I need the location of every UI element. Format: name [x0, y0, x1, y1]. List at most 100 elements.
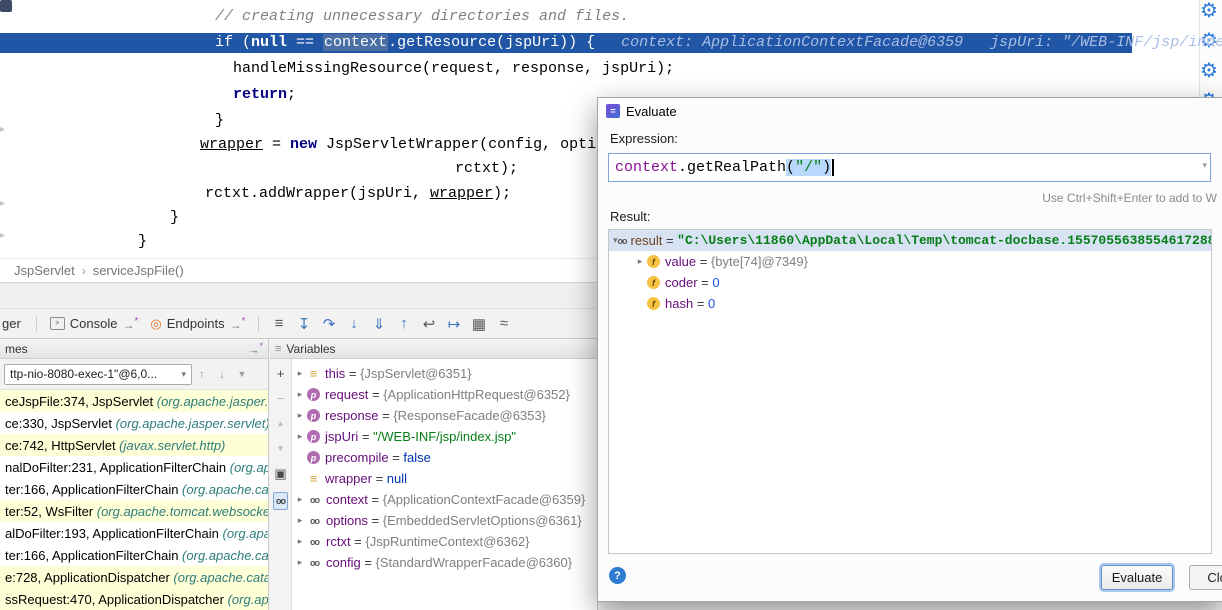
stream-debug-icon[interactable]: ≈: [491, 315, 516, 332]
tab-console[interactable]: > Console →*: [44, 316, 145, 332]
variable-row[interactable]: ▸presponse = {ResponseFacade@6353}: [293, 405, 597, 426]
dialog-titlebar[interactable]: = Evaluate: [598, 98, 1222, 124]
hide-panel-icon[interactable]: →*: [248, 341, 263, 357]
result-row[interactable]: ▸fvalue = {byte[74]@7349}: [609, 251, 1211, 272]
frame-location: ssRequest:470, ApplicationDispatcher: [5, 592, 224, 607]
run-to-cursor-icon[interactable]: ↦: [441, 315, 466, 333]
variable-name: request: [325, 387, 368, 402]
variable-value: {EmbeddedServletOptions@6361}: [383, 513, 582, 528]
evaluate-button[interactable]: Evaluate: [1101, 565, 1173, 590]
frame-location: ter:52, WsFilter: [5, 504, 93, 519]
fold-marker-icon[interactable]: ▸: [0, 230, 5, 241]
variable-row[interactable]: pprecompile = false: [293, 447, 597, 468]
frame-location: ceJspFile:374, JspServlet: [5, 394, 153, 409]
force-step-into-icon[interactable]: ⇓: [366, 315, 391, 333]
result-row[interactable]: fhash = 0: [609, 293, 1211, 314]
variable-value: {ApplicationContextFacade@6359}: [383, 492, 586, 507]
tab-debugger-partial[interactable]: ger: [0, 316, 29, 331]
gear-icon[interactable]: ⚙: [1200, 61, 1218, 81]
tab-endpoints[interactable]: ◎ Endpoints →*: [144, 316, 251, 332]
variable-value: null: [387, 471, 407, 486]
expand-chevron-icon[interactable]: ▸: [633, 256, 647, 267]
breadcrumb-method[interactable]: serviceJspFile(): [93, 263, 184, 278]
frame-row[interactable]: ssRequest:470, ApplicationDispatcher (or…: [0, 588, 268, 610]
frame-package: (org.apa: [226, 460, 268, 475]
fold-marker-icon[interactable]: ▸: [0, 124, 5, 135]
expand-chevron-icon[interactable]: ▸: [293, 557, 307, 568]
variable-row[interactable]: ▸pjspUri = "/WEB-INF/jsp/index.jsp": [293, 426, 597, 447]
evaluate-dialog[interactable]: = Evaluate Expression: context.getRealPa…: [597, 97, 1222, 602]
frame-row[interactable]: ter:166, ApplicationFilterChain (org.apa…: [0, 544, 268, 566]
expand-chevron-icon[interactable]: ▸: [293, 368, 307, 379]
shortcut-hint: Use Ctrl+Shift+Enter to add to W: [1042, 191, 1217, 205]
show-execution-point-icon[interactable]: ↧: [291, 315, 316, 333]
filter-funnel-icon[interactable]: ▼: [232, 369, 252, 379]
settings-menu-icon[interactable]: ≡: [266, 315, 291, 332]
variable-value: {ApplicationHttpRequest@6352}: [383, 387, 570, 402]
expand-chevron-icon[interactable]: ▸: [293, 410, 307, 421]
remove-watch-icon[interactable]: −: [277, 392, 285, 406]
move-down-icon[interactable]: ▼: [277, 442, 285, 456]
view-as-table-icon[interactable]: ▦: [466, 315, 491, 333]
breadcrumb-class[interactable]: JspServlet: [14, 263, 75, 278]
drop-frame-icon[interactable]: ↩: [416, 315, 441, 333]
variable-row[interactable]: ▸oorctxt = {JspRuntimeContext@6362}: [293, 531, 597, 552]
frame-row[interactable]: ter:166, ApplicationFilterChain (org.apa…: [0, 478, 268, 500]
parameter-icon: p: [307, 388, 320, 401]
close-button[interactable]: Close: [1189, 565, 1222, 590]
separator: [36, 316, 37, 332]
step-out-icon[interactable]: ↑: [391, 315, 416, 332]
show-watches-icon[interactable]: oo: [273, 492, 288, 510]
variable-name: response: [325, 408, 378, 423]
frame-row[interactable]: nalDoFilter:231, ApplicationFilterChain …: [0, 456, 268, 478]
fold-marker-icon[interactable]: ▸: [0, 198, 5, 209]
variable-row[interactable]: ▸oooptions = {EmbeddedServletOptions@636…: [293, 510, 597, 531]
open-panel-icon[interactable]: ▣: [274, 467, 286, 481]
add-watch-icon[interactable]: +: [277, 367, 285, 381]
variable-row[interactable]: ▸prequest = {ApplicationHttpRequest@6352…: [293, 384, 597, 405]
frame-package: (org.apache.tomcat.websocket: [93, 504, 268, 519]
expand-chevron-icon[interactable]: ▸: [293, 515, 307, 526]
frame-location: alDoFilter:193, ApplicationFilterChain: [5, 526, 219, 541]
next-frame-icon[interactable]: ↓: [212, 367, 232, 381]
chevron-down-icon[interactable]: ▾: [1202, 160, 1207, 171]
variable-row[interactable]: ▸oocontext = {ApplicationContextFacade@6…: [293, 489, 597, 510]
expand-chevron-icon[interactable]: ▸: [293, 536, 307, 547]
previous-frame-icon[interactable]: ↑: [192, 367, 212, 381]
variable-value: {JspRuntimeContext@6362}: [365, 534, 529, 549]
variable-row[interactable]: ▸≡this = {JspServlet@6351}: [293, 363, 597, 384]
watch-glasses-icon: oo: [307, 495, 322, 505]
result-tree[interactable]: ▾ooresult = "C:\Users\11860\AppData\Loca…: [608, 229, 1212, 554]
help-icon[interactable]: ?: [609, 567, 626, 584]
gear-icon[interactable]: ⚙: [1200, 1, 1218, 21]
variable-name: context: [326, 492, 368, 507]
variable-row[interactable]: ≡wrapper = null: [293, 468, 597, 489]
frame-row[interactable]: alDoFilter:193, ApplicationFilterChain (…: [0, 522, 268, 544]
step-over-icon[interactable]: ↷: [316, 315, 341, 333]
expand-chevron-icon[interactable]: ▸: [293, 494, 307, 505]
expand-chevron-icon[interactable]: ▸: [293, 389, 307, 400]
text-caret: [832, 159, 834, 176]
step-into-icon[interactable]: ↓: [341, 315, 366, 332]
variable-row[interactable]: ▸ooconfig = {StandardWrapperFacade@6360}: [293, 552, 597, 573]
result-row[interactable]: fcoder = 0: [609, 272, 1211, 293]
watch-glasses-icon: oo: [307, 516, 322, 526]
console-icon: >: [50, 317, 65, 330]
expression-input[interactable]: context.getRealPath("/"): [608, 153, 1211, 182]
result-row[interactable]: ▾ooresult = "C:\Users\11860\AppData\Loca…: [609, 230, 1211, 251]
thread-selector[interactable]: ttp-nio-8080-exec-1"@6,0... ▾: [4, 364, 192, 385]
frame-row[interactable]: ter:52, WsFilter (org.apache.tomcat.webs…: [0, 500, 268, 522]
move-up-icon[interactable]: ▲: [277, 417, 285, 431]
variable-value: false: [403, 450, 430, 465]
expand-chevron-icon[interactable]: ▸: [293, 431, 307, 442]
variable-value: {StandardWrapperFacade@6360}: [376, 555, 573, 570]
code-line: if (null == context.getResource(jspUri))…: [215, 32, 1222, 54]
frame-row[interactable]: e:728, ApplicationDispatcher (org.apache…: [0, 566, 268, 588]
frame-package: (org.ap: [224, 592, 268, 607]
frame-row[interactable]: ceJspFile:374, JspServlet (org.apache.ja…: [0, 390, 268, 412]
tab-endpoints-label: Endpoints: [167, 316, 225, 331]
frame-location: ter:166, ApplicationFilterChain: [5, 482, 178, 497]
frame-package: (org.apache.cata: [170, 570, 268, 585]
frame-row[interactable]: ce:330, JspServlet (org.apache.jasper.se…: [0, 412, 268, 434]
frame-row[interactable]: ce:742, HttpServlet (javax.servlet.http): [0, 434, 268, 456]
